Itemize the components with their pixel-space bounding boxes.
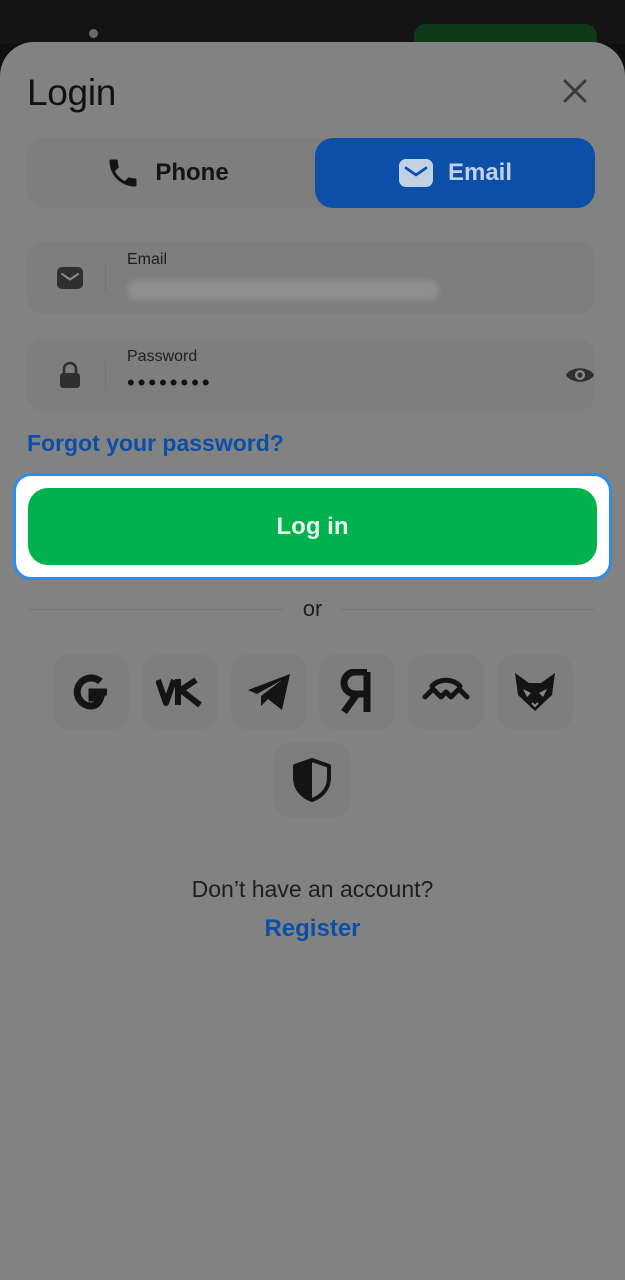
divider-line-right	[340, 609, 595, 610]
login-sheet: Login Phone Email Email Password •••••••…	[0, 42, 625, 1280]
phone-icon	[109, 159, 137, 187]
eye-icon	[566, 368, 594, 382]
yandex-icon	[340, 669, 371, 715]
walletconnect-login-button[interactable]	[408, 654, 484, 730]
fox-icon	[515, 673, 555, 711]
yandex-login-button[interactable]	[319, 654, 395, 730]
login-button[interactable]: Log in	[28, 488, 597, 565]
metamask-login-button[interactable]	[497, 654, 573, 730]
or-divider: or	[27, 594, 595, 624]
forgot-password-link[interactable]: Forgot your password?	[27, 430, 284, 457]
envelope-icon	[57, 267, 83, 289]
telegram-icon	[248, 674, 290, 710]
password-value: ••••••••	[127, 370, 213, 395]
tab-email-label: Email	[447, 159, 513, 186]
telegram-login-button[interactable]	[231, 654, 307, 730]
email-field[interactable]: Email	[27, 242, 595, 314]
divider-line-left	[27, 609, 285, 610]
close-button[interactable]	[556, 72, 594, 110]
password-field-label: Password	[127, 348, 198, 365]
field-separator	[105, 361, 106, 389]
camera-dot	[89, 29, 98, 38]
tab-phone[interactable]: Phone	[27, 138, 307, 208]
no-account-prompt: Don’t have an account?	[191, 876, 434, 902]
google-login-button[interactable]	[53, 654, 129, 730]
google-icon	[73, 674, 107, 710]
lock-icon	[60, 361, 80, 388]
email-value-obscured	[127, 280, 439, 300]
status-bar	[0, 0, 625, 50]
vk-icon	[156, 677, 202, 707]
shield-icon	[293, 758, 331, 802]
field-separator	[105, 264, 106, 292]
close-icon	[563, 79, 587, 103]
envelope-icon	[398, 159, 433, 187]
tab-email[interactable]: Email	[315, 138, 595, 208]
tab-phone-label: Phone	[155, 159, 229, 186]
login-method-tabs: Phone Email	[27, 138, 595, 208]
page-title: Login	[27, 72, 117, 113]
shield-login-button[interactable]	[274, 742, 350, 818]
email-field-icon-wrap	[55, 263, 85, 293]
register-link[interactable]: Register	[0, 915, 625, 943]
divider-text: or	[302, 596, 323, 621]
walletconnect-icon	[422, 677, 470, 700]
email-field-label: Email	[127, 251, 168, 268]
password-field[interactable]: Password ••••••••	[27, 339, 595, 411]
show-password-button[interactable]	[564, 361, 596, 389]
vk-login-button[interactable]	[142, 654, 218, 730]
login-button-highlight: Log in	[13, 473, 612, 580]
password-field-icon-wrap	[55, 360, 85, 390]
